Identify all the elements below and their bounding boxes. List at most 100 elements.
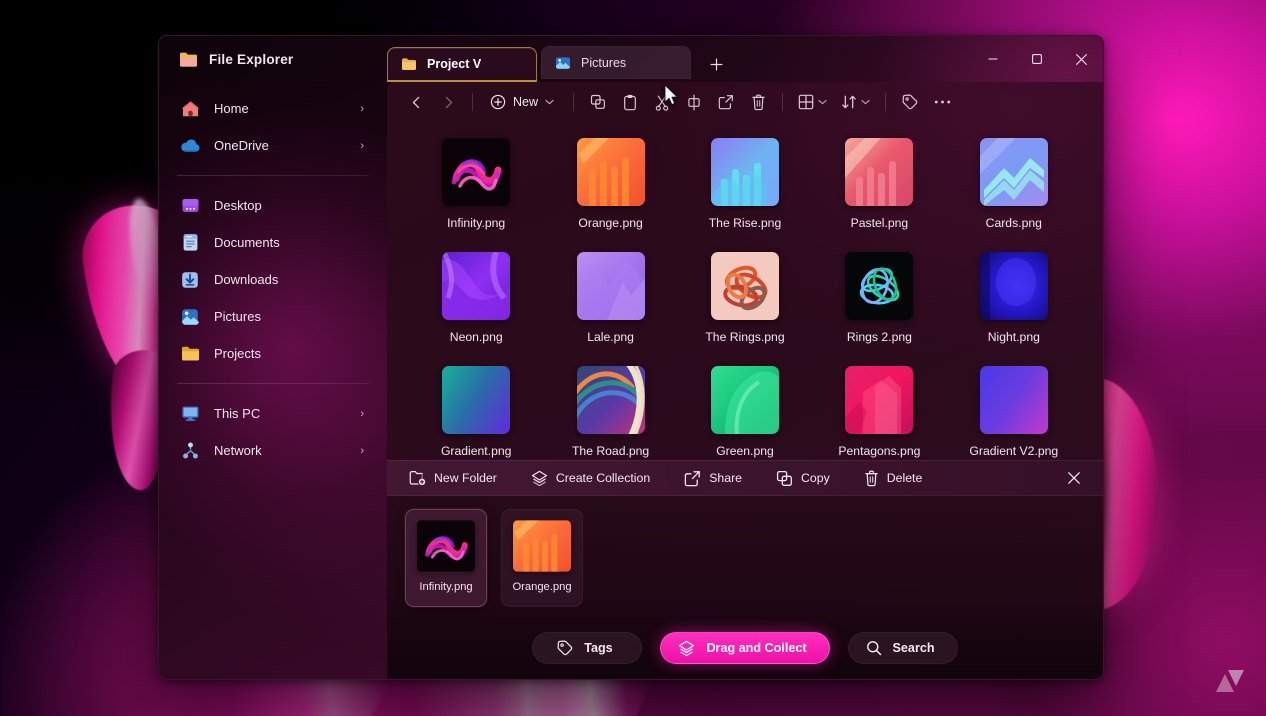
sidebar-item-label: Pictures: [214, 309, 367, 324]
create-collection-button[interactable]: Create Collection: [527, 465, 654, 491]
back-button[interactable]: [401, 87, 431, 117]
file-name: Gradient V2.png: [969, 444, 1058, 458]
network-icon: [180, 441, 200, 461]
monitor-icon: [180, 404, 200, 424]
file-thumbnail: [442, 138, 510, 206]
file-name: Gradient.png: [441, 444, 511, 458]
file-name: Neon.png: [450, 330, 503, 344]
tray-item-name: Orange.png: [512, 581, 571, 593]
file-item-gradient-v2[interactable]: Gradient V2.png: [947, 366, 1081, 460]
sidebar-item-network[interactable]: Network ›: [171, 432, 375, 469]
maximize-button[interactable]: [1015, 39, 1059, 79]
rename-button[interactable]: [679, 87, 709, 117]
share-button[interactable]: [711, 87, 741, 117]
toolbar-divider-1: [472, 93, 473, 111]
pill-label: Tags: [584, 641, 612, 655]
more-icon: [934, 99, 951, 105]
share-button[interactable]: Share: [680, 465, 746, 491]
tray-thumbnail: [417, 520, 475, 572]
sidebar-item-documents[interactable]: Documents: [171, 224, 375, 261]
file-thumbnail: [845, 138, 913, 206]
chevron-right-icon: ›: [360, 103, 367, 115]
delete-button[interactable]: [743, 87, 773, 117]
file-item-orange[interactable]: Orange.png: [543, 138, 677, 252]
tab-pictures[interactable]: Pictures: [541, 46, 691, 79]
sidebar-item-label: Desktop: [214, 198, 367, 213]
sidebar-item-label: Downloads: [214, 272, 367, 287]
search-icon: [866, 640, 882, 656]
share-icon: [718, 94, 734, 110]
new-button[interactable]: New: [482, 87, 564, 117]
action-label: Share: [709, 471, 742, 485]
folder-icon: [180, 344, 200, 364]
search-button[interactable]: Search: [848, 632, 958, 664]
file-item-the-rings[interactable]: The Rings.png: [678, 252, 812, 366]
file-item-infinity[interactable]: Infinity.png: [409, 138, 543, 252]
drag-and-collect-button[interactable]: Drag and Collect: [660, 632, 829, 664]
file-item-lale[interactable]: Lale.png: [543, 252, 677, 366]
chevron-down-icon: [818, 99, 827, 105]
plus-circle-icon: [490, 94, 506, 110]
pictures-folder-icon: [555, 56, 571, 70]
file-name: Rings 2.png: [847, 330, 912, 344]
new-tab-button[interactable]: [701, 49, 731, 79]
close-button[interactable]: [1059, 39, 1103, 79]
copy-button[interactable]: [583, 87, 613, 117]
file-item-the-road[interactable]: The Road.png: [543, 366, 677, 460]
minimize-button[interactable]: [971, 39, 1015, 79]
file-item-the-rise[interactable]: The Rise.png: [678, 138, 812, 252]
tray-item-infinity[interactable]: Infinity.png: [405, 509, 487, 607]
grid-view-icon: [798, 94, 814, 110]
more-button[interactable]: [927, 87, 957, 117]
sidebar-item-projects[interactable]: Projects: [171, 335, 375, 372]
file-thumbnail: [711, 138, 779, 206]
file-item-green[interactable]: Green.png: [678, 366, 812, 460]
window-controls: [971, 36, 1103, 82]
view-button[interactable]: [792, 87, 833, 117]
file-item-pentagons[interactable]: Pentagons.png: [812, 366, 946, 460]
pill-label: Drag and Collect: [706, 641, 806, 655]
file-item-rings-2[interactable]: Rings 2.png: [812, 252, 946, 366]
sidebar-item-home[interactable]: Home ›: [171, 90, 375, 127]
trash-icon: [751, 94, 766, 111]
file-thumbnail: [980, 252, 1048, 320]
forward-button[interactable]: [433, 87, 463, 117]
title-bar: File Explorer Project V Pic: [159, 36, 1103, 82]
file-thumbnail: [442, 252, 510, 320]
selection-action-bar: New Folder Create Collection: [387, 460, 1103, 496]
home-icon: [180, 99, 200, 119]
sidebar-item-desktop[interactable]: Desktop: [171, 187, 375, 224]
file-item-neon[interactable]: Neon.png: [409, 252, 543, 366]
sort-button[interactable]: [835, 87, 876, 117]
action-label: Copy: [801, 471, 830, 485]
copy-button[interactable]: Copy: [772, 465, 834, 491]
tag-icon: [902, 94, 918, 110]
file-thumbnail: [577, 252, 645, 320]
documents-icon: [180, 233, 200, 253]
trash-icon: [864, 470, 879, 487]
tab-project-v[interactable]: Project V: [387, 47, 537, 82]
file-item-cards[interactable]: Cards.png: [947, 138, 1081, 252]
sidebar-item-onedrive[interactable]: OneDrive ›: [171, 127, 375, 164]
content-pane: New: [387, 82, 1103, 679]
file-item-gradient[interactable]: Gradient.png: [409, 366, 543, 460]
file-item-pastel[interactable]: Pastel.png: [812, 138, 946, 252]
tray-item-orange[interactable]: Orange.png: [501, 509, 583, 607]
new-button-label: New: [513, 95, 538, 109]
sidebar-item-this-pc[interactable]: This PC ›: [171, 395, 375, 432]
tag-button[interactable]: [895, 87, 925, 117]
new-folder-button[interactable]: New Folder: [405, 465, 501, 491]
paste-button[interactable]: [615, 87, 645, 117]
window-body: Home › OneDrive ›: [159, 82, 1103, 679]
file-item-night[interactable]: Night.png: [947, 252, 1081, 366]
file-name: The Rise.png: [709, 216, 782, 230]
sidebar-item-pictures[interactable]: Pictures: [171, 298, 375, 335]
sidebar-item-label: Documents: [214, 235, 367, 250]
chevron-right-icon: ›: [360, 408, 367, 420]
cut-button[interactable]: [647, 87, 677, 117]
downloads-icon: [180, 270, 200, 290]
delete-button[interactable]: Delete: [860, 465, 927, 491]
close-action-bar-button[interactable]: [1061, 465, 1087, 491]
sidebar-item-downloads[interactable]: Downloads: [171, 261, 375, 298]
tags-button[interactable]: Tags: [532, 632, 642, 664]
